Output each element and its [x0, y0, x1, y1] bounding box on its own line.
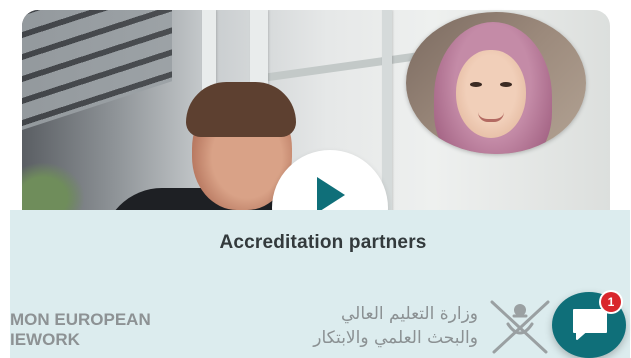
- eu-logo-line: MON EUROPEAN: [10, 310, 151, 329]
- portrait-eye: [470, 82, 482, 87]
- play-icon: [317, 177, 345, 213]
- background-ceiling: [22, 10, 172, 130]
- portrait-face: [456, 50, 526, 138]
- section-title: Accreditation partners: [219, 232, 427, 253]
- oman-emblem-icon: [490, 300, 550, 354]
- eu-logo-line: IEWORK: [10, 330, 80, 349]
- background-plants: [22, 156, 92, 216]
- ministry-higher-education-logo: وزارة التعليم العالي والبحث العلمي والاب…: [238, 302, 478, 350]
- european-framework-logo: MON EUROPEAN IEWORK: [10, 310, 180, 350]
- notification-badge: 1: [601, 292, 621, 312]
- portrait-eye: [500, 82, 512, 87]
- ministry-logo-line: والبحث العلمي والابتكار: [313, 328, 478, 348]
- chat-bubble-icon: [573, 309, 607, 340]
- accreditation-partners-section: Accreditation partners MON EUROPEAN IEWO…: [10, 210, 630, 358]
- testimonial-portrait: [406, 12, 586, 154]
- man-hair: [186, 82, 296, 137]
- ministry-logo-line: وزارة التعليم العالي: [340, 304, 478, 324]
